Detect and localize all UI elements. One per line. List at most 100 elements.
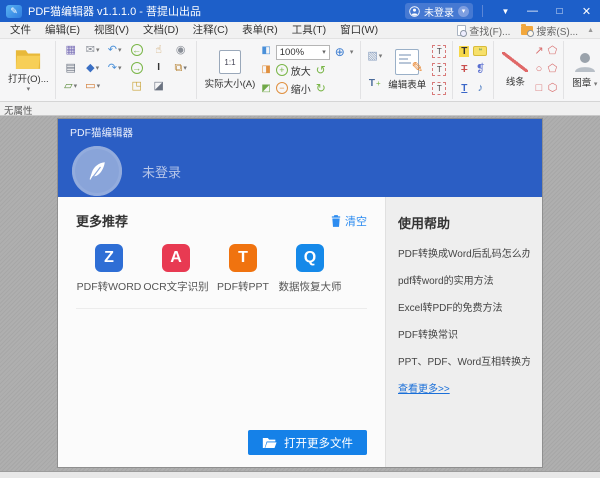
- edit-form-button[interactable]: ✎ 编辑表单: [384, 49, 430, 91]
- zoom-out-icon: −: [276, 82, 288, 94]
- comment-icon[interactable]: ❝: [473, 46, 487, 56]
- menu-window[interactable]: 窗口(W): [333, 22, 385, 38]
- search-button[interactable]: 搜索(S)...: [536, 23, 578, 38]
- magnifier-icon[interactable]: ⊕: [335, 45, 345, 59]
- menu-form[interactable]: 表单(R): [235, 22, 285, 38]
- snapshot-icon[interactable]: ◉: [176, 45, 186, 56]
- polygon-shape-icon[interactable]: ⬠: [548, 46, 558, 57]
- line-tool-button[interactable]: 线条: [498, 52, 532, 88]
- recommend-panel: 更多推荐 清空 Z PDF转WORD A OCR文: [58, 197, 385, 467]
- select-object-icon[interactable]: ◳: [131, 81, 141, 92]
- clear-button[interactable]: 清空: [331, 213, 367, 229]
- help-link[interactable]: PDF转换成Word后乱码怎么办: [398, 245, 530, 260]
- redo-dropdown-icon[interactable]: ▾: [118, 65, 122, 72]
- doc-search-icon[interactable]: ◪: [153, 81, 163, 92]
- save-icon[interactable]: ▦: [65, 45, 75, 56]
- new-doc-icon[interactable]: ▭: [85, 81, 95, 92]
- edit-object-dropdown-icon[interactable]: ▾: [379, 53, 383, 60]
- help-link[interactable]: Excel转PDF的免费方法: [398, 299, 530, 314]
- ocr-icon: A: [162, 244, 190, 272]
- fit-visible-icon[interactable]: ◩: [261, 84, 270, 94]
- ink-stamp-icon[interactable]: ◆: [86, 63, 94, 74]
- app-ocr[interactable]: A OCR文字识别: [143, 244, 209, 294]
- card-login-status[interactable]: 未登录: [142, 162, 181, 181]
- find-button[interactable]: 查找(F)...: [469, 23, 510, 38]
- print-icon[interactable]: ▤: [65, 63, 75, 74]
- rotate-ccw-icon[interactable]: ↺: [316, 63, 326, 77]
- fit-width-icon[interactable]: ◧: [261, 46, 270, 56]
- menu-document[interactable]: 文档(D): [136, 22, 186, 38]
- circle-shape-icon[interactable]: ○: [536, 64, 543, 75]
- export-doc-icon[interactable]: ▱: [64, 81, 72, 92]
- stamp-group: 图章 ▾: [564, 41, 600, 99]
- open-dropdown-icon[interactable]: ▾: [27, 86, 31, 93]
- text-frame-add-icon[interactable]: T: [432, 45, 446, 58]
- menu-view[interactable]: 视图(V): [87, 22, 136, 38]
- zoom-out-button[interactable]: − 缩小: [276, 81, 311, 96]
- square-shape-icon[interactable]: □: [536, 83, 543, 94]
- recommend-title: 更多推荐: [76, 211, 128, 230]
- email-icon[interactable]: ✉: [86, 45, 95, 56]
- back-icon[interactable]: ←: [131, 44, 143, 56]
- paste-icon[interactable]: ⧉: [174, 63, 182, 74]
- underline-text-icon[interactable]: T: [461, 83, 467, 94]
- text-frame-delete-icon[interactable]: T: [432, 82, 446, 95]
- undo-dropdown-icon[interactable]: ▾: [118, 47, 122, 54]
- add-text-icon[interactable]: T: [369, 79, 375, 89]
- pdf-to-ppt-icon: T: [229, 244, 257, 272]
- strikeout-text-icon[interactable]: T: [461, 64, 467, 75]
- folder-icon: [14, 48, 42, 70]
- titlebar-divider: [482, 5, 483, 17]
- menu-annotate[interactable]: 注释(C): [186, 22, 236, 38]
- stamp-icon: [573, 51, 597, 73]
- avatar[interactable]: [72, 146, 122, 196]
- email-dropdown-icon[interactable]: ▾: [96, 47, 100, 54]
- text-select-icon[interactable]: I: [157, 63, 160, 73]
- forward-icon[interactable]: →: [131, 62, 143, 74]
- menubar-scroll-up-icon[interactable]: ▲: [587, 27, 594, 34]
- text-frame-edit-icon[interactable]: T: [432, 63, 446, 76]
- actual-size-button[interactable]: 1:1 实际大小(A): [201, 50, 260, 90]
- menu-edit[interactable]: 编辑(E): [38, 22, 87, 38]
- attachment-icon[interactable]: ❡: [476, 64, 485, 75]
- app-data-recovery[interactable]: Q 数据恢复大师: [277, 244, 343, 294]
- app-pdf-to-ppt[interactable]: T PDF转PPT: [210, 244, 276, 294]
- new-doc-dropdown-icon[interactable]: ▾: [97, 83, 101, 90]
- maximize-button[interactable]: □: [546, 0, 573, 22]
- magnifier-dropdown-icon[interactable]: ▾: [350, 49, 354, 56]
- arrow-shape-icon[interactable]: ↗: [534, 46, 543, 57]
- audio-comment-icon[interactable]: ♪: [478, 83, 484, 94]
- stamp-button[interactable]: 图章 ▾: [568, 51, 600, 89]
- app-pdf-to-word[interactable]: Z PDF转WORD: [76, 244, 142, 294]
- open-more-files-button[interactable]: 打开更多文件: [248, 430, 367, 455]
- menu-tools[interactable]: 工具(T): [285, 22, 333, 38]
- highlight-text-icon[interactable]: T: [459, 46, 469, 57]
- paste-dropdown-icon[interactable]: ▾: [183, 65, 187, 72]
- close-button[interactable]: ✕: [573, 0, 600, 22]
- help-link[interactable]: pdf转word的实用方法: [398, 272, 530, 287]
- fit-page-icon[interactable]: ◨: [261, 65, 270, 75]
- hexagon-shape-icon[interactable]: ⬡: [548, 83, 558, 94]
- zoom-in-button[interactable]: + 放大: [276, 63, 311, 78]
- help-link[interactable]: PPT、PDF、Word互相转换方法: [398, 353, 530, 368]
- undo-icon[interactable]: ↶: [108, 45, 117, 56]
- menu-file[interactable]: 文件: [3, 22, 38, 38]
- zoom-in-icon: +: [276, 64, 288, 76]
- ink-stamp-dropdown-icon[interactable]: ▾: [96, 65, 100, 72]
- redo-icon[interactable]: ↷: [108, 63, 117, 74]
- user-dropdown-icon[interactable]: ▾: [458, 6, 469, 17]
- minimize-button[interactable]: —: [519, 0, 546, 22]
- hand-tool-icon[interactable]: ☝: [155, 45, 162, 56]
- open-file-button[interactable]: 打开(O)... ▾: [2, 41, 56, 99]
- window-title: PDF猫编辑器 v1.1.1.0 - 菩提山出品: [28, 3, 201, 19]
- quill-icon: [85, 159, 109, 183]
- pentagon-shape-icon[interactable]: ⬠: [548, 64, 558, 75]
- tray-button[interactable]: ▼: [492, 0, 519, 22]
- rotate-cw-icon[interactable]: ↻: [316, 81, 326, 95]
- help-link[interactable]: PDF转换常识: [398, 326, 530, 341]
- user-login-badge[interactable]: 未登录 ▾: [405, 3, 473, 19]
- edit-object-icon[interactable]: ▧: [367, 51, 377, 62]
- export-dropdown-icon[interactable]: ▾: [74, 83, 78, 90]
- zoom-level-select[interactable]: 100% ▾: [276, 45, 330, 60]
- help-more-link[interactable]: 查看更多>>: [398, 380, 530, 395]
